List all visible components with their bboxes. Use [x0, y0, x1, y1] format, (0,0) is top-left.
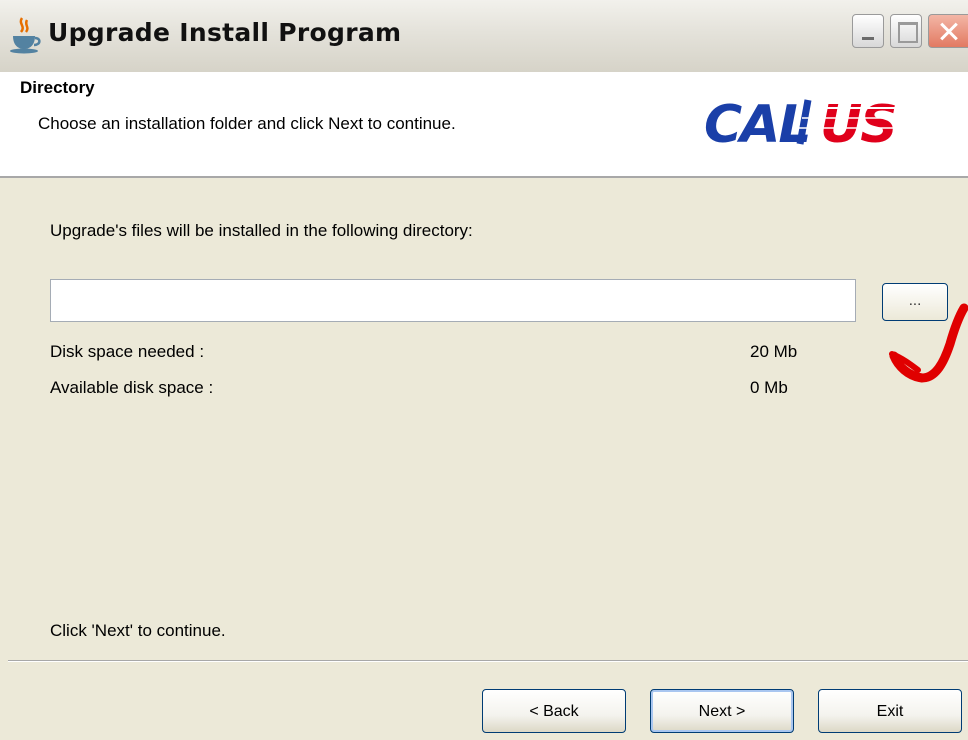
svg-text:CAL: CAL [704, 95, 810, 150]
java-cup-icon [10, 17, 41, 54]
back-button[interactable]: < Back [482, 689, 626, 733]
next-button[interactable]: Next > [650, 689, 794, 733]
page-title: Directory [20, 78, 95, 97]
disk-available-label: Available disk space : [50, 378, 214, 397]
directory-label: Upgrade's files will be installed in the… [50, 221, 473, 240]
close-button[interactable] [928, 14, 968, 48]
maximize-button[interactable] [890, 14, 922, 48]
minimize-button[interactable] [852, 14, 884, 48]
header-panel: Directory Choose an installation folder … [0, 72, 968, 178]
page-subtitle: Choose an installation folder and click … [38, 114, 456, 133]
disk-needed-value: 20 Mb [750, 342, 798, 361]
directory-input[interactable] [50, 279, 856, 322]
disk-available-value: 0 Mb [750, 378, 788, 397]
title-bar: Upgrade Install Program [0, 0, 968, 73]
red-checkmark-annotation [889, 303, 968, 383]
callus-logo: CAL US [704, 95, 936, 150]
footer-separator [8, 660, 968, 662]
svg-text:US: US [820, 95, 896, 150]
disk-needed-label: Disk space needed : [50, 342, 205, 361]
continue-hint: Click 'Next' to continue. [50, 621, 226, 640]
window-title: Upgrade Install Program [48, 18, 402, 47]
exit-button[interactable]: Exit [818, 689, 962, 733]
